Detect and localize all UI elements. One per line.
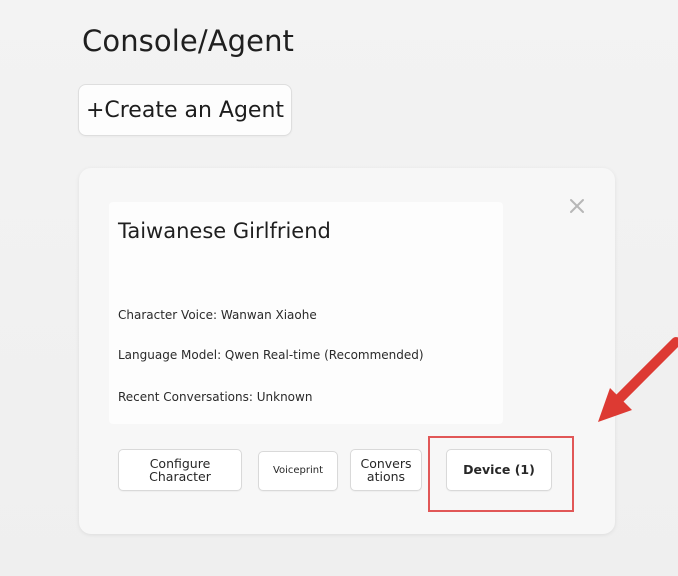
conversations-label: Convers ations [360,455,412,484]
agent-name: Taiwanese Girlfriend [118,219,331,243]
device-label: Device (1) [463,462,535,478]
conversations-button[interactable]: Convers ations [350,449,422,491]
voiceprint-button[interactable]: Voiceprint [258,451,338,491]
close-icon[interactable] [565,194,589,218]
recent-conversations-text: Recent Conversations: Unknown [118,390,313,404]
page-title: Console/Agent [82,24,295,58]
create-agent-button[interactable]: +Create an Agent [78,84,292,136]
voiceprint-label: Voiceprint [272,464,324,476]
configure-character-label: Configure Character [149,455,211,484]
character-voice-text: Character Voice: Wanwan Xiaohe [118,308,317,322]
language-model-text: Language Model: Qwen Real-time (Recommen… [118,348,424,362]
configure-character-button[interactable]: Configure Character [118,449,242,491]
console-page: Console/Agent +Create an Agent Taiwanese… [0,0,678,576]
device-button[interactable]: Device (1) [446,449,552,491]
